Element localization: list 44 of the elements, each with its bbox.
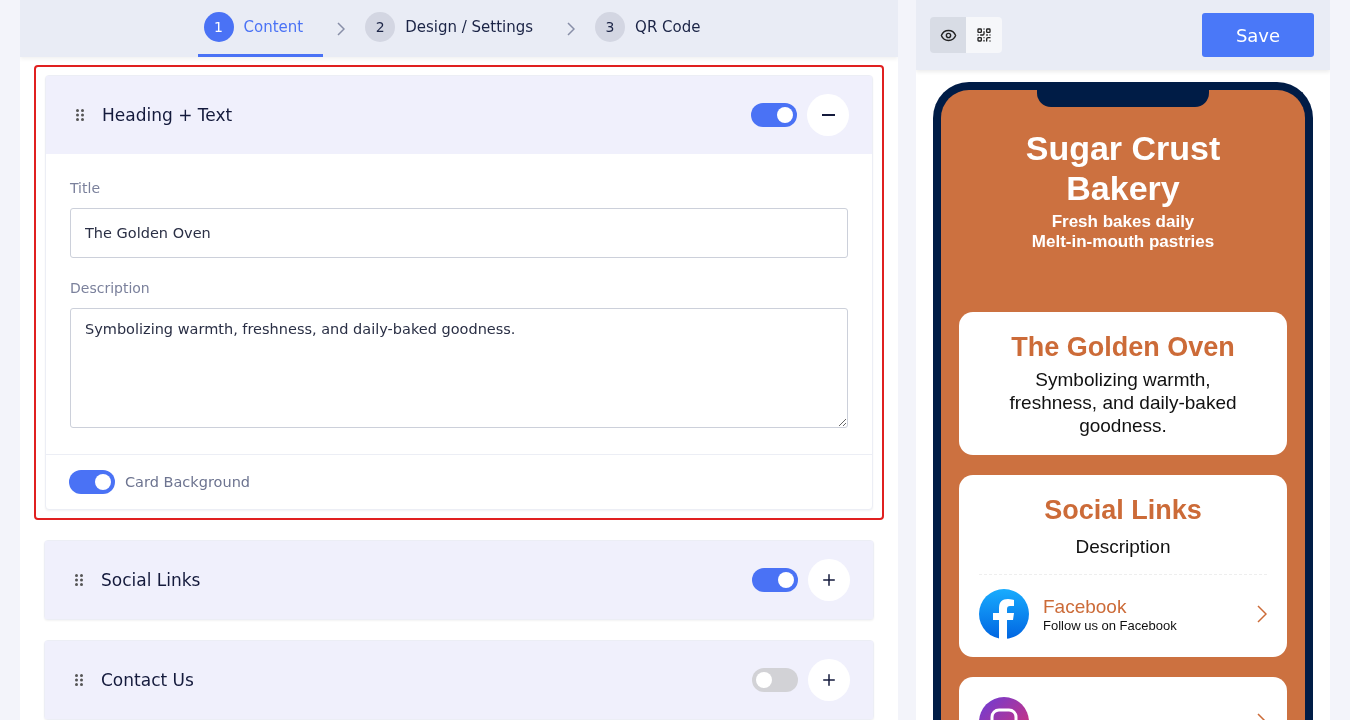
step-tab[interactable]: 2 Design / Settings: [359, 0, 554, 57]
drag-handle-icon[interactable]: [75, 674, 83, 686]
chevron-right-icon: [567, 21, 576, 36]
card-background-toggle[interactable]: [69, 470, 115, 494]
chevron-right-icon: [1257, 605, 1267, 623]
field-label: Title: [70, 180, 101, 196]
expand-button[interactable]: [808, 559, 850, 601]
preview-subtitle: Melt-in-mouth pastries: [1031, 232, 1215, 252]
card-title: Social Links: [1044, 494, 1202, 527]
drag-handle-icon[interactable]: [76, 109, 84, 121]
minus-icon: [821, 114, 835, 116]
link-caption: Follow us on Facebook: [1043, 617, 1178, 633]
link-name: Facebook: [1043, 595, 1128, 618]
save-button[interactable]: Save: [1202, 13, 1314, 57]
toggle-label: Card Background: [125, 474, 251, 490]
preview-button[interactable]: [930, 17, 966, 53]
preview-title: Sugar Crust Bakery: [1024, 128, 1222, 208]
card-description: Symbolizing warmth, freshness, and daily-baked goodness.: [1008, 368, 1238, 437]
facebook-logo-icon: [979, 589, 1029, 639]
section-title: Contact Us: [101, 670, 195, 690]
section-toggle[interactable]: [751, 103, 797, 127]
section-toggle[interactable]: [752, 668, 798, 692]
title-input[interactable]: The Golden Oven: [70, 208, 848, 258]
description-textarea[interactable]: Symbolizing warmth, freshness, and daily-baked goodness.: [70, 308, 848, 428]
social-link[interactable]: Facebook Follow us on Facebook: [979, 589, 1267, 639]
section-toggle[interactable]: [752, 568, 798, 592]
expand-button[interactable]: [808, 659, 850, 701]
drag-handle-icon[interactable]: [75, 574, 83, 586]
preview-subtitle: Fresh bakes daily: [1051, 212, 1195, 232]
plus-icon: [820, 571, 838, 589]
step-tab[interactable]: 3 QR Code: [589, 0, 721, 57]
field-label: Description: [70, 280, 151, 296]
section-title: Heading + Text: [102, 105, 234, 125]
step-number: 2: [365, 12, 396, 42]
plus-icon: [820, 671, 838, 689]
step-number: 1: [203, 12, 234, 42]
section-title: Social Links: [101, 570, 202, 590]
qr-code-button[interactable]: [966, 17, 1002, 53]
chevron-right-icon: [337, 21, 346, 36]
step-number: 3: [595, 12, 626, 42]
qr-code-icon: [976, 27, 992, 43]
card-title: The Golden Oven: [1011, 331, 1235, 364]
step-tab[interactable]: 1 Content: [197, 0, 324, 57]
card-description: Description: [1075, 535, 1171, 558]
